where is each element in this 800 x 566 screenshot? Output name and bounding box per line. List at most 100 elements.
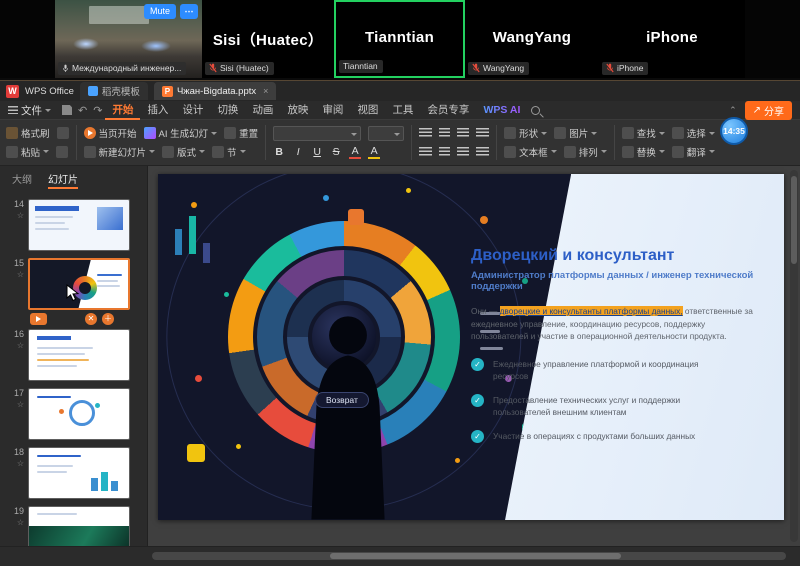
outline-tab[interactable]: 大纲 — [12, 171, 32, 189]
ribbon-tab-animation[interactable]: 动画 — [245, 101, 280, 120]
picture-button[interactable]: 图片 — [554, 126, 597, 140]
undo-icon[interactable]: ↶ — [78, 104, 87, 117]
slides-group: 当页开始 AI 生成幻灯 重置 新建幻灯片 — [84, 123, 259, 162]
video-tile-sisi[interactable]: Sisi（Huatec） Sisi (Huatec) — [202, 0, 334, 78]
star-icon[interactable]: ☆ — [6, 518, 24, 528]
more-options-button[interactable]: ⋯ — [180, 4, 198, 19]
translate-button[interactable]: 翻译 — [672, 145, 715, 159]
slide-thumbnail-16[interactable] — [28, 329, 130, 381]
bullet-item[interactable]: ✓ Ежедневное управление платформой и коо… — [471, 358, 701, 382]
ribbon-tab-slideshow[interactable]: 放映 — [280, 101, 315, 120]
class-timer-badge[interactable]: 14:35 — [720, 117, 748, 145]
section-button[interactable]: 节 — [212, 145, 246, 159]
align-center-icon[interactable] — [439, 128, 450, 138]
collapse-ribbon-icon[interactable]: ⌃ — [729, 105, 737, 116]
align-right-icon[interactable] — [457, 128, 469, 138]
play-from-current-button[interactable]: 当页开始 — [84, 126, 137, 140]
star-icon[interactable]: ☆ — [6, 459, 24, 469]
reset-button[interactable]: 重置 — [224, 126, 258, 140]
bullet-item[interactable]: ✓ Предоставление технических услуг и под… — [471, 394, 701, 418]
mic-muted-icon — [472, 63, 480, 73]
ribbon-tab-membership[interactable]: 会员专享 — [420, 101, 476, 120]
slide-paragraph[interactable]: Они — дворецкие и консультанты платформы… — [471, 305, 762, 344]
video-tile-tianntian-active-speaker[interactable]: Tianntian Tianntian — [334, 0, 465, 78]
wps-ai-tab[interactable]: WPS AI — [476, 104, 527, 116]
star-icon[interactable]: ☆ — [6, 400, 24, 410]
bold-button[interactable]: B — [273, 146, 285, 158]
decorative-dot — [480, 216, 488, 224]
mute-button[interactable]: Mute — [144, 4, 176, 19]
decorative-bar — [203, 243, 210, 263]
close-tab-icon[interactable]: × — [263, 86, 268, 96]
slide-thumbnail-18[interactable] — [28, 447, 130, 499]
horizontal-scrollbar-thumb[interactable] — [330, 553, 622, 559]
paste-button[interactable]: 粘贴 — [6, 145, 49, 159]
bullet-list-icon[interactable] — [419, 147, 432, 157]
justify-icon[interactable] — [476, 128, 489, 138]
add-animation-button[interactable]: ＋ — [102, 313, 114, 325]
horizontal-scrollbar[interactable] — [152, 552, 786, 560]
arrange-button[interactable]: 排列 — [564, 145, 607, 159]
video-tile-camera[interactable]: Mute ⋯ Международный инженер... — [55, 0, 202, 78]
video-tile-iphone[interactable]: iPhone iPhone — [599, 0, 745, 78]
vertical-scrollbar[interactable] — [790, 170, 798, 542]
star-icon[interactable]: ☆ — [6, 270, 24, 280]
line-spacing-icon[interactable] — [476, 147, 489, 157]
save-icon[interactable] — [62, 105, 72, 115]
return-button[interactable]: Возврат — [315, 392, 369, 408]
select-button[interactable]: 选择 — [672, 126, 715, 140]
font-size-dropdown[interactable] — [368, 126, 404, 141]
ribbon-tab-tools[interactable]: 工具 — [385, 101, 420, 120]
font-color-button[interactable]: A — [349, 145, 361, 159]
slide-editor[interactable]: Возврат Дворецкий и консультант Админист… — [158, 174, 784, 520]
share-button[interactable]: ↗ 分享 — [745, 101, 792, 120]
italic-button[interactable]: I — [292, 146, 304, 158]
ribbon-tab-transition[interactable]: 切换 — [210, 101, 245, 120]
slide-number: 19 — [14, 506, 24, 516]
ribbon-tab-view[interactable]: 视图 — [350, 101, 385, 120]
participant-display-name: iPhone — [599, 29, 745, 46]
align-left-icon[interactable] — [419, 128, 432, 138]
vertical-scrollbar-thumb[interactable] — [791, 176, 797, 264]
underline-button[interactable]: U — [311, 146, 323, 158]
tab-document[interactable]: P Чжан-Bigdata.pptx × — [154, 82, 276, 100]
bullet-list: ✓ Ежедневное управление платформой и коо… — [471, 358, 762, 443]
remove-animation-button[interactable]: ✕ — [85, 313, 97, 325]
star-icon[interactable]: ☆ — [6, 211, 24, 221]
textbox-button[interactable]: 文本框 — [504, 145, 557, 159]
format-painter-button[interactable]: 格式刷 — [6, 126, 50, 140]
tab-docer-templates[interactable]: 稻壳模板 — [80, 82, 148, 100]
cut-icon[interactable] — [57, 127, 69, 139]
redo-icon[interactable]: ↷ — [93, 104, 102, 117]
search-icon[interactable] — [531, 106, 540, 115]
ribbon-tab-insert[interactable]: 插入 — [140, 101, 175, 120]
play-animation-button[interactable] — [30, 313, 47, 325]
ribbon-tab-design[interactable]: 设计 — [175, 101, 210, 120]
slide-subtitle[interactable]: Администратор платформы данных / инженер… — [471, 270, 762, 292]
ribbon-tab-home[interactable]: 开始 — [105, 101, 140, 120]
slide-canvas[interactable]: Возврат Дворецкий и консультант Админист… — [148, 166, 800, 546]
ai-generate-slides-button[interactable]: AI 生成幻灯 — [144, 126, 218, 140]
ribbon-tab-review[interactable]: 审阅 — [315, 101, 350, 120]
bullet-item[interactable]: ✓ Участие в операциях с продуктами больш… — [471, 430, 701, 443]
find-button[interactable]: 查找 — [622, 126, 665, 140]
new-slide-button[interactable]: 新建幻灯片 — [84, 145, 156, 159]
slide-thumbnail-14[interactable] — [28, 199, 130, 251]
highlight-color-button[interactable]: A — [368, 145, 380, 159]
copy-icon[interactable] — [56, 146, 68, 158]
slide-thumbnail-17[interactable] — [28, 388, 130, 440]
strikethrough-button[interactable]: S — [330, 146, 342, 158]
layout-button[interactable]: 版式 — [162, 145, 205, 159]
star-icon[interactable]: ☆ — [6, 341, 24, 351]
font-family-dropdown[interactable] — [273, 126, 361, 141]
numbered-list-icon[interactable] — [439, 147, 450, 157]
file-menu-button[interactable]: 文件 — [8, 103, 51, 118]
slides-tab[interactable]: 幻灯片 — [48, 171, 78, 189]
replace-button[interactable]: 替换 — [622, 145, 665, 159]
video-tile-wangyang[interactable]: WangYang WangYang — [465, 0, 599, 78]
slide-thumbnail-15-selected[interactable] — [28, 258, 130, 310]
indent-icon[interactable] — [457, 147, 469, 157]
slide-thumbnail-19[interactable] — [28, 506, 130, 546]
slide-title[interactable]: Дворецкий и консультант — [471, 247, 762, 265]
shape-button[interactable]: 形状 — [504, 126, 547, 140]
